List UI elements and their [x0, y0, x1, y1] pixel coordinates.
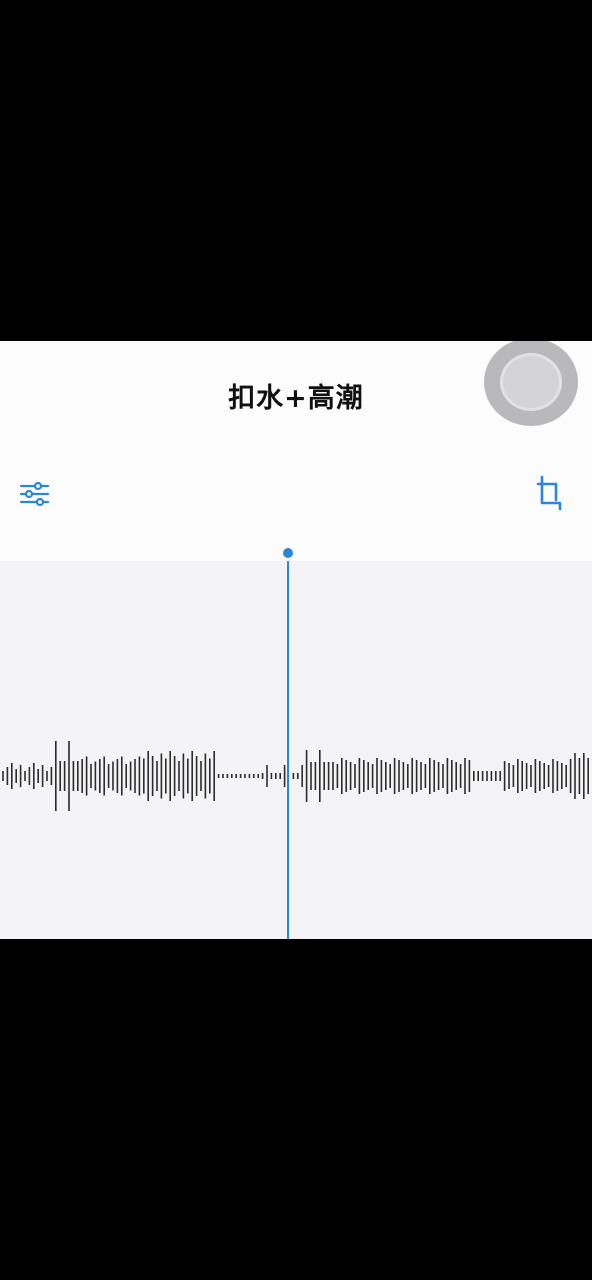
assistive-touch-button[interactable] — [484, 341, 578, 426]
recording-editor: 扣水+高潮 — [0, 341, 592, 939]
crop-icon — [536, 475, 562, 511]
waveform-graphic — [2, 561, 590, 939]
filter-button[interactable] — [18, 479, 52, 509]
playhead-handle-layer — [283, 548, 293, 558]
assistive-touch-inner — [500, 353, 562, 411]
crop-button[interactable] — [536, 474, 564, 512]
waveform-area[interactable] — [0, 561, 592, 939]
sliders-icon — [19, 481, 50, 507]
playhead-handle[interactable] — [283, 548, 293, 558]
